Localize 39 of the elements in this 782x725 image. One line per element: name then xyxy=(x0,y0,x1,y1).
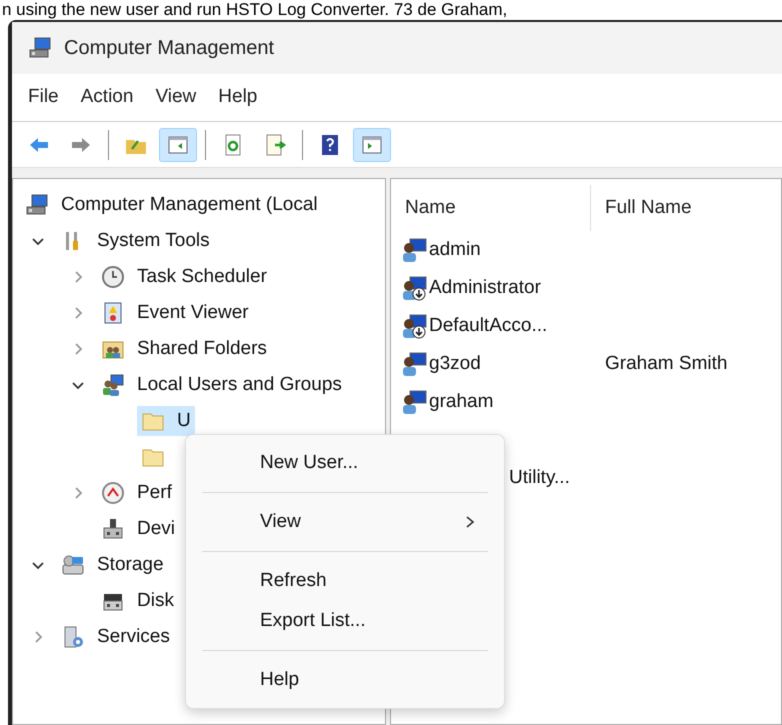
caption-text: n using the new user and run HSTO Log Converter. 73 de Graham, xyxy=(1,0,508,20)
column-header[interactable]: Full Name xyxy=(591,185,781,231)
tree-item[interactable]: Event Viewer xyxy=(97,298,253,328)
user-name[interactable]: g3zod xyxy=(429,350,481,378)
menu-item[interactable]: New User... xyxy=(186,443,504,483)
window-title: Computer Management xyxy=(64,36,274,61)
toolbar-button[interactable] xyxy=(159,128,197,162)
tree-item[interactable]: Services xyxy=(57,622,174,652)
menu-item[interactable]: Help xyxy=(210,83,266,112)
computer-icon xyxy=(28,36,52,60)
menu-item[interactable]: Help xyxy=(186,660,504,700)
menu-item[interactable]: Export List... xyxy=(186,601,504,641)
menu-item[interactable]: Action xyxy=(72,83,142,112)
tree-item[interactable]: Devi xyxy=(97,514,180,544)
user-name[interactable]: admin xyxy=(429,236,481,264)
tree-item[interactable]: Storage xyxy=(57,550,168,580)
tree-item[interactable]: Perf xyxy=(97,478,176,508)
gauge-icon xyxy=(101,481,125,505)
column-header[interactable]: Name xyxy=(391,185,591,231)
device-icon xyxy=(101,517,125,541)
toolbar-button[interactable] xyxy=(353,128,391,162)
computer-icon xyxy=(25,193,49,217)
tree-item[interactable]: System Tools xyxy=(57,226,214,256)
menu-item[interactable]: View xyxy=(186,502,504,542)
menu-item[interactable]: Refresh xyxy=(186,561,504,601)
tree-item[interactable]: Disk xyxy=(97,586,178,616)
tree-item[interactable]: Computer Management (Local xyxy=(21,190,322,220)
user-name[interactable]: graham xyxy=(429,388,494,416)
tree-item[interactable]: Task Scheduler xyxy=(97,262,271,292)
tree-item[interactable]: Shared Folders xyxy=(97,334,271,364)
tree-item[interactable]: U xyxy=(137,406,195,436)
menu-item[interactable]: View xyxy=(147,83,204,112)
user-name[interactable]: Utility... xyxy=(509,464,570,492)
tree-item[interactable]: Local Users and Groups xyxy=(97,370,346,400)
full-name: Graham Smith xyxy=(604,352,728,376)
clock-icon xyxy=(101,265,125,289)
users-icon xyxy=(101,373,125,397)
storage-icon xyxy=(61,553,85,577)
menu-item[interactable]: File xyxy=(20,83,67,112)
